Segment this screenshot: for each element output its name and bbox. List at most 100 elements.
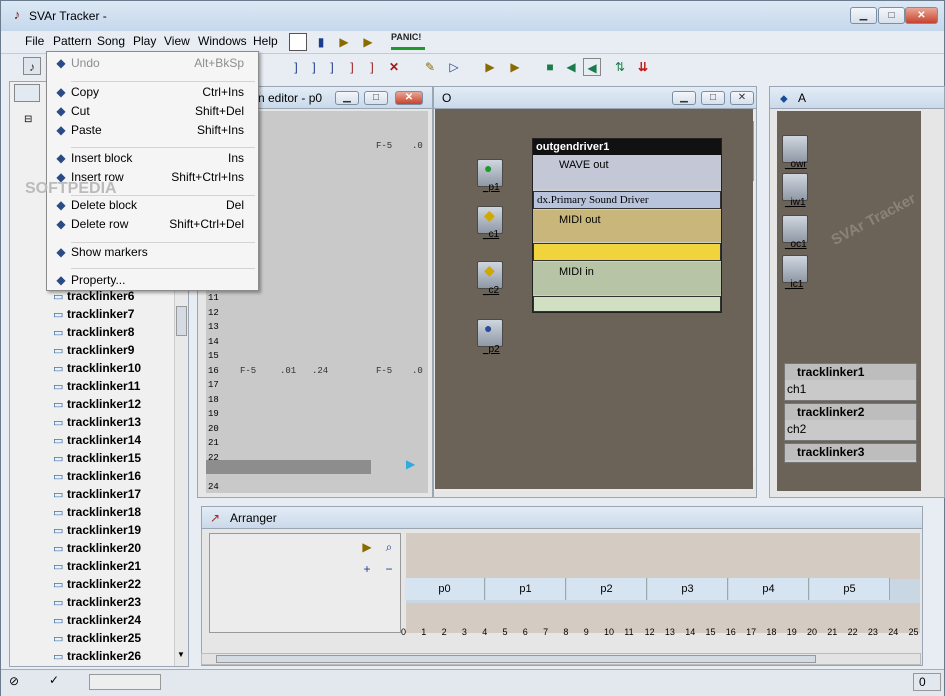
tree-item[interactable]: ▭ tracklinker11	[53, 377, 140, 395]
play-from-icon[interactable]: ▶	[358, 538, 376, 556]
note-cell[interactable]: F-5	[376, 139, 392, 153]
tree-item[interactable]: ▭ tracklinker23	[53, 593, 141, 611]
zoom-page-icon[interactable]: ⌕	[380, 538, 398, 556]
arranger-pattern-block[interactable]: p1	[486, 578, 566, 600]
note-cell[interactable]: F-5	[240, 364, 256, 378]
tree-item[interactable]: ▭ tracklinker14	[53, 431, 141, 449]
play-loop-icon[interactable]: ▶	[506, 58, 524, 76]
bracket-icon[interactable]: ]	[323, 58, 341, 76]
tracklinker-node[interactable]: tracklinker1 ch1	[784, 363, 917, 401]
property-icon[interactable]: ♪	[23, 57, 41, 75]
play-from-icon[interactable]: ▶	[481, 58, 499, 76]
midi-in-select[interactable]	[533, 296, 721, 312]
maximize-button[interactable]: □	[878, 7, 905, 24]
tree-item[interactable]: ▭ tracklinker8	[53, 323, 134, 341]
play-song-icon[interactable]: ▶	[359, 33, 377, 51]
menu-windows[interactable]: Windows	[198, 34, 247, 48]
menu-view[interactable]: View	[164, 34, 190, 48]
arranger-hscroll[interactable]	[201, 653, 921, 665]
tree-item[interactable]: ▭ tracklinker9	[53, 341, 134, 359]
tree-item[interactable]: ▭ tracklinker15	[53, 449, 141, 467]
play-pattern-icon[interactable]: ▶	[335, 33, 353, 51]
menu-item-delete-block[interactable]: ◆ Delete block Del	[47, 196, 258, 215]
graph-minimize-button[interactable]: ▁	[672, 91, 696, 105]
arranger-pattern-block[interactable]: p5	[810, 578, 890, 600]
tree-item-label: tracklinker9	[67, 343, 135, 357]
tracklinker-node[interactable]: tracklinker3 ch3	[784, 443, 917, 463]
tree-item[interactable]: ▭ tracklinker25	[53, 629, 141, 647]
menu-help[interactable]: Help	[253, 34, 278, 48]
bracket-icon[interactable]: ]	[343, 58, 361, 76]
tree-item[interactable]: ▭ tracklinker26	[53, 647, 141, 665]
minimize-button[interactable]: ▁	[850, 7, 877, 24]
menu-item-show-markers[interactable]: ◆ Show markers	[47, 243, 258, 262]
tree-item[interactable]: ▭ tracklinker19	[53, 521, 141, 539]
edit-note-icon[interactable]: ✎	[421, 58, 439, 76]
menu-item-copy[interactable]: ◆ Copy Ctrl+Ins	[47, 83, 258, 102]
menu-file[interactable]: File	[25, 34, 44, 48]
bracket-icon[interactable]: ]	[305, 58, 323, 76]
tree-item[interactable]: ▭ tracklinker10	[53, 359, 141, 377]
layout-toggle-button[interactable]	[289, 33, 307, 51]
note-cell[interactable]: .01	[280, 364, 296, 378]
menu-pattern[interactable]: Pattern	[53, 34, 92, 48]
bracket-icon[interactable]: ]	[363, 58, 381, 76]
tree-item[interactable]: ▭ tracklinker21	[53, 557, 141, 575]
record-icon[interactable]: ■	[541, 58, 559, 76]
menu-play[interactable]: Play	[133, 34, 156, 48]
device-select[interactable]: dx.Primary Sound Driver	[533, 191, 721, 209]
zoom-in-icon[interactable]: +	[358, 560, 376, 578]
tree-item[interactable]: ▭ tracklinker16	[53, 467, 141, 485]
down-arrows-icon[interactable]: ⇊	[634, 58, 652, 76]
tree-item[interactable]: ▭ tracklinker7	[53, 305, 134, 323]
ruler-tick-label: 13	[664, 627, 675, 637]
tree-item[interactable]: ▭ tracklinker13	[53, 413, 141, 431]
tree-item[interactable]: ▭ tracklinker18	[53, 503, 141, 521]
midi-out-select[interactable]	[533, 243, 721, 261]
menu-item-paste[interactable]: ◆ Paste Shift+Ins	[47, 121, 258, 140]
stop-icon[interactable]: ▮	[312, 33, 330, 51]
graph-maximize-button[interactable]: □	[701, 91, 725, 105]
node-p2[interactable]: ●	[477, 319, 503, 347]
menu-item-cut[interactable]: ◆ Cut Shift+Del	[47, 102, 258, 121]
bracket-icon[interactable]: ]	[287, 58, 305, 76]
zoom-out-icon[interactable]: −	[380, 560, 398, 578]
tree-item[interactable]: ▭ tracklinker17	[53, 485, 141, 503]
tree-item[interactable]: ▭ tracklinker12	[53, 395, 141, 413]
close-button[interactable]: ✕	[905, 7, 938, 24]
note-cell[interactable]: .24	[312, 364, 328, 378]
menu-item-insert-block[interactable]: ◆ Insert block Ins	[47, 149, 258, 168]
scroll-down-icon[interactable]: ▼	[177, 650, 185, 659]
pe-minimize-button[interactable]: ▁	[335, 91, 359, 105]
note-cell[interactable]: .0	[412, 364, 423, 378]
row-number: 16	[208, 365, 219, 376]
panic-button[interactable]: PANIC!	[391, 32, 425, 50]
check-icon[interactable]: ✓	[49, 673, 59, 687]
menu-item-property[interactable]: ◆ Property...	[47, 271, 258, 290]
tree-item[interactable]: ▭ tracklinker22	[53, 575, 141, 593]
tree-item[interactable]: ▭ tracklinker20	[53, 539, 141, 557]
menu-song[interactable]: Song	[97, 34, 125, 48]
driver-node[interactable]: outgendriver1 WAVE out dx.Primary Sound …	[532, 138, 722, 313]
tree-collapse-icon[interactable]: ⊟	[24, 114, 32, 125]
graph-canvas[interactable]: ● _p1 ◆ _c1 ◆ _c2 ● _p2 outgendriver1 WA…	[435, 109, 753, 489]
arranger-pattern-block[interactable]: p0	[405, 578, 485, 600]
tree-item[interactable]: ▭ tracklinker24	[53, 611, 141, 629]
volume-icon[interactable]: ◀	[562, 58, 580, 76]
pe-maximize-button[interactable]: □	[364, 91, 388, 105]
split-icon[interactable]: ⇅	[611, 58, 629, 76]
arranger-pattern-block[interactable]: p4	[729, 578, 809, 600]
graph-close-button[interactable]: ✕	[730, 91, 754, 105]
pe-close-button[interactable]: ✕	[395, 91, 423, 105]
arrow-right-icon[interactable]: ▷	[445, 58, 463, 76]
arranger-pattern-block[interactable]: p2	[567, 578, 647, 600]
menu-item-delete-row[interactable]: ◆ Delete row Shift+Ctrl+Del	[47, 215, 258, 234]
tracklinker-icon: ▭	[53, 507, 64, 519]
tracklinker-node[interactable]: tracklinker2 ch2	[784, 403, 917, 441]
note-cell[interactable]: F-5	[376, 364, 392, 378]
mute-icon[interactable]: ◀	[583, 58, 601, 76]
tree-tab-icon[interactable]	[14, 84, 40, 102]
arranger-pattern-block[interactable]: p3	[648, 578, 728, 600]
delete-icon[interactable]: ✕	[385, 58, 403, 76]
note-cell[interactable]: .0	[412, 139, 423, 153]
